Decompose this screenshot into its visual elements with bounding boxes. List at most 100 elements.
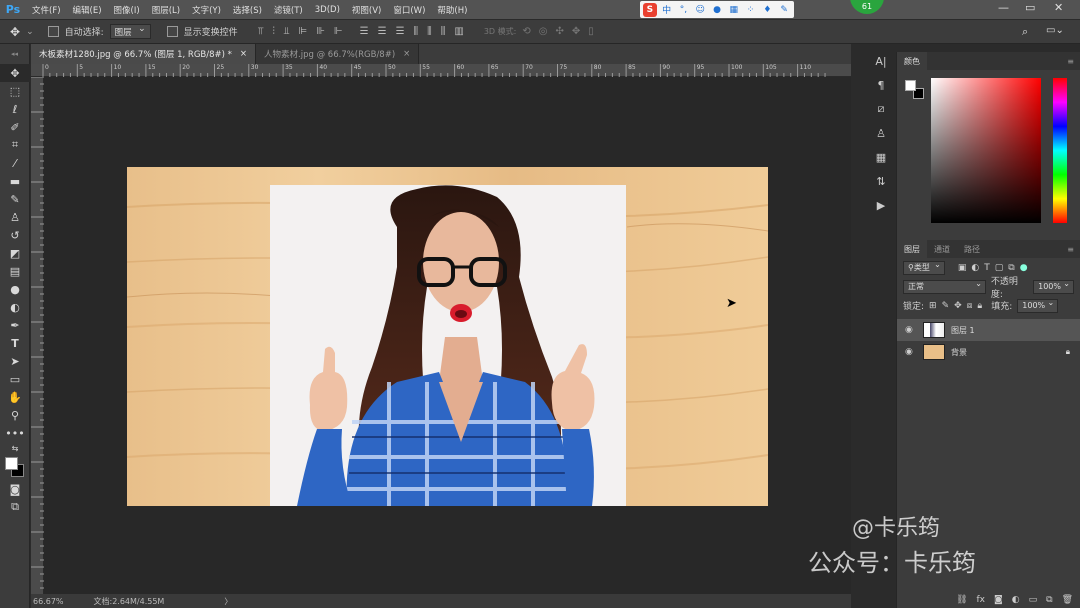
paragraph-panel-icon[interactable]: ¶ [870,76,892,94]
opacity-value[interactable]: 100% [1033,279,1074,294]
workspace-icon[interactable]: ▭⌄ [1046,25,1064,36]
actions-icon[interactable]: ⇅ [870,172,892,190]
menu-image[interactable]: 图像(I) [108,4,146,16]
filter-smart-icon[interactable]: ⧉ [1008,263,1014,273]
tab-person-doc[interactable]: 人物素材.jpg @ 66.7%(RGB/8#) × [256,44,420,64]
filter-shape-icon[interactable]: ▢ [995,263,1004,273]
3d-roll-icon[interactable]: ◎ [539,26,548,37]
tab-paths[interactable]: 路径 [957,240,987,258]
menu-select[interactable]: 选择(S) [227,4,268,16]
quick-mask-button[interactable]: ◙ [0,480,30,498]
eyedropper-tool[interactable]: ⁄ [0,154,30,172]
move-tool[interactable]: ✥ [0,64,30,82]
tool-presets-icon[interactable]: ⧄ [870,100,892,118]
brush-tool[interactable]: ✎ [0,190,30,208]
filter-toggle-icon[interactable]: ● [1020,263,1028,273]
distribute-top-icon[interactable]: ☰ [360,26,369,37]
fg-color-chip[interactable] [905,80,916,91]
restore-icon[interactable]: ▭ [1025,1,1035,14]
3d-slide-icon[interactable]: ✥ [572,26,580,37]
quick-select-tool[interactable]: ✐ [0,118,30,136]
mic-icon[interactable]: ● [710,3,724,17]
distribute-right-icon[interactable]: ⫼ [441,26,446,37]
add-mask-icon[interactable]: ◙ [994,595,1003,605]
layer-row-layer1[interactable]: ◉ 图层 1 [897,319,1080,341]
keyboard-icon[interactable]: ▦ [727,3,741,17]
menu-edit[interactable]: 编辑(E) [67,4,108,16]
3d-scale-icon[interactable]: ▯ [588,26,594,37]
distribute-left-icon[interactable]: ⫼ [414,26,419,37]
emoji-icon[interactable]: ☺ [693,3,707,17]
lock-all-icon[interactable]: 🔒︎ [977,301,982,311]
fx-icon[interactable]: fx [977,595,986,605]
hand-tool[interactable]: ✋ [0,388,30,406]
move-tool-icon[interactable]: ✥ [10,25,20,39]
path-select-tool[interactable]: ➤ [0,352,30,370]
lock-transparent-icon[interactable]: ⊞ [929,301,937,311]
menu-file[interactable]: 文件(F) [26,4,67,16]
minimize-icon[interactable]: — [998,1,1009,14]
new-group-icon[interactable]: ▭ [1029,595,1038,605]
screen-mode-button[interactable]: ⧉ [0,498,30,516]
blend-mode-dropdown[interactable]: 正常 [903,279,986,294]
new-layer-icon[interactable]: ⧉ [1046,595,1052,605]
eye-icon[interactable]: ◉ [905,325,917,335]
distribute-bottom-icon[interactable]: ☰ [396,26,405,37]
swap-colors[interactable]: ⇆ [0,442,30,454]
hue-slider[interactable] [1053,78,1067,223]
show-transform-checkbox[interactable] [166,26,178,37]
tools-icon[interactable]: ✎ [777,3,791,17]
fill-value[interactable]: 100% [1017,298,1059,313]
auto-select-checkbox[interactable] [47,26,59,37]
status-arrow-icon[interactable]: 〉 [224,596,232,607]
align-bottom-icon[interactable]: ⫫ [284,26,290,37]
eraser-tool[interactable]: ◩ [0,244,30,262]
punct-icon[interactable]: °, [677,3,691,17]
character-panel-icon[interactable]: A| [870,52,892,70]
document-canvas[interactable] [127,167,768,506]
tool-preset-chevron-icon[interactable]: ⌄ [26,27,34,37]
3d-pan-icon[interactable]: ✣ [555,26,563,37]
filter-kind-dropdown[interactable]: ⚲ 类型 [903,260,945,275]
filter-type-icon[interactable]: T [984,263,990,273]
tab-wood-doc[interactable]: 木板素材1280.jpg @ 66.7% (图层 1, RGB/8#) * × [31,44,257,64]
zoom-tool[interactable]: ⚲ [0,406,30,424]
brush-presets-icon[interactable]: ▦ [870,148,892,166]
trash-icon[interactable]: 🗑︎ [1062,595,1073,605]
layer-name[interactable]: 图层 1 [951,325,975,336]
healing-tool[interactable]: ▬ [0,172,30,190]
lasso-tool[interactable]: ℓ [0,100,30,118]
eye-icon[interactable]: ◉ [905,347,917,357]
more-tools[interactable]: ••• [0,424,30,442]
adjustment-layer-icon[interactable]: ◐ [1012,595,1020,605]
gradient-tool[interactable]: ▤ [0,262,30,280]
tab-color[interactable]: 颜色 [897,52,927,70]
menu-filter[interactable]: 滤镜(T) [268,4,309,16]
menu-3d[interactable]: 3D(D) [309,5,346,15]
menu-layer[interactable]: 图层(L) [146,4,186,16]
link-layers-icon[interactable]: ⛓ [956,595,967,605]
type-tool[interactable]: T [0,334,30,352]
align-left-icon[interactable]: ⊫ [298,26,307,37]
clone-source-icon[interactable]: ♙ [870,124,892,142]
lock-position-icon[interactable]: ✥ [954,301,962,311]
align-top-icon[interactable]: ⫪ [258,26,264,37]
marquee-tool[interactable]: ⬚ [0,82,30,100]
align-vcenter-icon[interactable]: ⫶ [272,26,275,37]
close-icon[interactable]: × [403,49,410,59]
zoom-level[interactable]: 66.67% [33,597,64,606]
tab-channels[interactable]: 通道 [927,240,957,258]
layers-menu-icon[interactable]: ≡ [1067,245,1074,254]
menu-help[interactable]: 帮助(H) [431,4,473,16]
tools-collapse-icon[interactable]: ◂◂ [0,44,29,64]
align-right-icon[interactable]: ⊩ [334,26,343,37]
lock-artboard-icon[interactable]: ⧈ [967,301,973,311]
color-swatches[interactable] [0,454,29,480]
panel-menu-icon[interactable]: ≡ [1067,57,1074,66]
dodge-tool[interactable]: ◐ [0,298,30,316]
skin-icon[interactable]: ♦ [760,3,774,17]
menu-view[interactable]: 视图(V) [346,4,387,16]
pen-tool[interactable]: ✒ [0,316,30,334]
menu-window[interactable]: 窗口(W) [387,4,431,16]
close-icon[interactable]: × [240,49,247,59]
